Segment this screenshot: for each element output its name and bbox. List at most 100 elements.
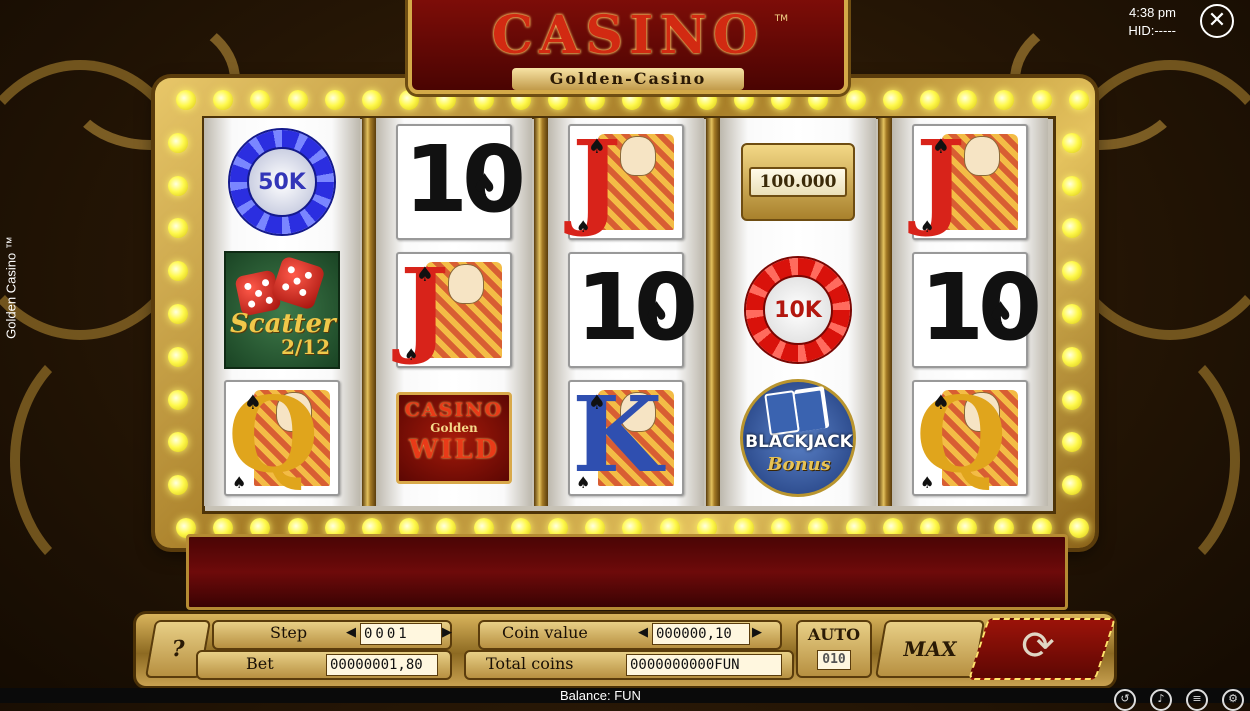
coin-value-label: Coin value xyxy=(502,623,588,642)
card-ten: 10 ♠ xyxy=(396,124,526,240)
total-coins-label: Total coins xyxy=(486,654,574,673)
card-j: J ♠ ♠ xyxy=(912,120,1028,240)
marquee-bulb xyxy=(168,346,188,367)
menu-icon[interactable]: ≡ xyxy=(1186,689,1208,711)
step-increase-button[interactable]: ▶ xyxy=(442,623,452,643)
max-bet-button[interactable]: MAX xyxy=(874,620,986,678)
blackjack-label: BLACKJACK xyxy=(745,432,853,452)
reel-symbol: CASINO Golden WILD xyxy=(396,380,512,496)
card-j: J ♠ ♠ xyxy=(568,120,684,240)
plaque-value: 100.000 xyxy=(749,167,847,197)
cards-icon xyxy=(764,390,800,436)
marquee-bulb xyxy=(324,90,345,110)
chip-blue: 50K xyxy=(230,130,334,234)
chip-value: 10K xyxy=(763,275,833,345)
card-face-head xyxy=(448,264,484,304)
scatter-symbol: Scatter 2/12 xyxy=(224,251,340,369)
marquee-bulb xyxy=(920,90,940,110)
wild-line-3: WILD xyxy=(408,435,500,465)
reel-divider xyxy=(878,118,892,506)
card-k: K ♠ ♠ xyxy=(568,376,684,496)
game-header: CASINO TM Golden-Casino xyxy=(408,0,848,94)
marquee-bulb xyxy=(845,90,866,110)
card-ten: 10 ♠ xyxy=(912,252,1042,368)
spade-icon: ♠ xyxy=(416,262,434,286)
card-face-head xyxy=(964,136,1000,176)
card-q: Q ♠ ♠ xyxy=(224,376,340,496)
sound-icon[interactable]: ♪ xyxy=(1150,689,1172,711)
bet-label: Bet xyxy=(246,654,274,673)
spade-icon: ♠ xyxy=(920,217,935,236)
trademark: TM xyxy=(774,14,788,24)
marquee-bulb xyxy=(362,90,382,110)
reel-divider xyxy=(706,118,720,506)
spade-icon: ♠ xyxy=(576,217,591,236)
card-rank: 10 xyxy=(576,254,698,361)
bonus-label: Bonus xyxy=(767,454,831,475)
reel-symbol: K ♠ ♠ xyxy=(568,376,684,496)
marquee-bulb xyxy=(1068,518,1089,538)
bet-value: 00000001,80 xyxy=(326,654,438,676)
card-rank: 10 xyxy=(404,126,526,233)
close-icon: ✕ xyxy=(1207,8,1227,33)
scatter-count: 2/12 xyxy=(280,335,330,359)
game-side-title: Golden Casino ™ xyxy=(3,236,19,339)
close-button[interactable]: ✕ xyxy=(1200,4,1234,38)
coin-value: 000000,10 xyxy=(652,623,750,645)
spade-icon: ♠ xyxy=(920,473,935,492)
reel-symbol: J ♠ ♠ xyxy=(396,248,512,368)
marquee-bulb xyxy=(168,389,188,410)
reel-symbol: Q ♠ ♠ xyxy=(224,376,340,496)
step-label: Step xyxy=(270,623,308,642)
wild-symbol: CASINO Golden WILD xyxy=(396,392,512,484)
auto-label: AUTO xyxy=(807,625,861,644)
status-info: 4:38 pm HID:----- xyxy=(1128,4,1176,40)
marquee-bulb xyxy=(1062,389,1082,410)
coin-decrease-button[interactable]: ◀ xyxy=(638,623,648,643)
marquee-bulb xyxy=(176,90,196,110)
blackjack-bonus-symbol: BLACKJACK Bonus xyxy=(740,379,856,497)
card-j: J ♠ ♠ xyxy=(396,248,512,368)
chip-value: 50K xyxy=(247,147,317,217)
marquee-bulb xyxy=(168,132,188,153)
card-rank: 10 xyxy=(920,254,1042,361)
spade-icon: ♠ xyxy=(932,390,950,414)
clock: 4:38 pm xyxy=(1129,5,1176,20)
spade-icon: ♠ xyxy=(471,168,498,203)
card-face-head xyxy=(620,136,656,176)
marquee-bulb xyxy=(1068,90,1089,110)
auto-button[interactable]: AUTO 010 xyxy=(796,620,872,678)
auto-spins-value: 010 xyxy=(817,650,851,670)
spade-icon: ♠ xyxy=(588,134,606,158)
reel-divider xyxy=(534,118,548,506)
chip-red: 10K xyxy=(746,258,850,362)
reel-symbol: BLACKJACK Bonus xyxy=(740,379,856,497)
marquee-bulb xyxy=(1062,346,1082,367)
settings-icon[interactable]: ⚙ xyxy=(1222,689,1244,711)
reel-symbol: J ♠ ♠ xyxy=(568,120,684,240)
spade-icon: ♠ xyxy=(588,390,606,414)
history-icon[interactable]: ↺ xyxy=(1114,689,1136,711)
reel-symbol: Q ♠ ♠ xyxy=(912,376,1028,496)
marquee-bulb xyxy=(1031,90,1052,110)
marquee-bulb xyxy=(168,175,188,196)
spin-arrows-icon: ⟳ xyxy=(1021,623,1055,669)
coin-increase-button[interactable]: ▶ xyxy=(752,623,762,643)
win-display xyxy=(186,534,1068,610)
step-decrease-button[interactable]: ◀ xyxy=(346,623,356,643)
reel-symbol: 10K xyxy=(740,252,856,368)
reel-symbol: J ♠ ♠ xyxy=(912,120,1028,240)
reel-symbol: 10 ♠ xyxy=(912,252,1042,368)
spade-icon: ♠ xyxy=(232,473,247,492)
spade-icon: ♠ xyxy=(576,473,591,492)
reel-symbol: 10 ♠ xyxy=(396,124,526,240)
logo-subtitle: Golden-Casino xyxy=(512,68,744,90)
spade-icon: ♠ xyxy=(932,134,950,158)
marquee-bulb xyxy=(882,90,903,110)
spade-icon: ♠ xyxy=(404,345,419,364)
reel-divider xyxy=(362,118,376,506)
marquee-bulb xyxy=(287,90,308,110)
balance-text: Balance: FUN xyxy=(560,688,641,703)
plaque-100000: 100.000 xyxy=(741,143,855,221)
spade-icon: ♠ xyxy=(244,390,262,414)
